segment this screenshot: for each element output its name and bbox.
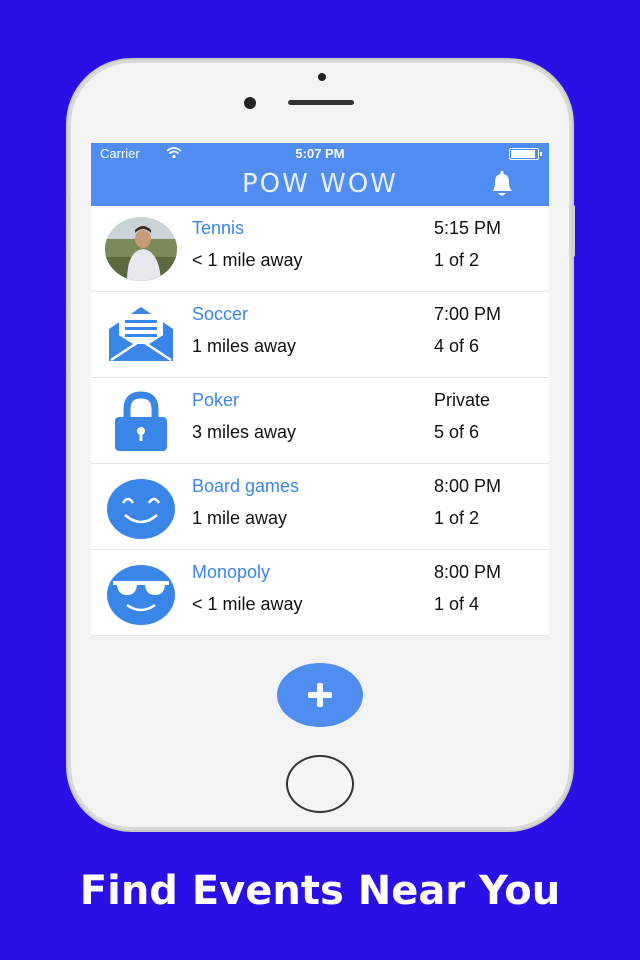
- add-event-button[interactable]: [277, 663, 363, 727]
- event-attendance: 5 of 6: [434, 422, 480, 442]
- event-time: Private: [434, 390, 491, 410]
- power-button: [571, 205, 575, 257]
- event-time: 5:15 PM: [434, 218, 502, 238]
- event-time: 8:00 PM: [434, 562, 502, 582]
- event-name: Board games: [192, 476, 300, 496]
- volume-down-button: [66, 320, 69, 374]
- event-attendance: 1 of 4: [434, 594, 480, 614]
- navigation-bar: Carrier 5:07 PM POW WOW: [91, 143, 549, 206]
- event-name: Monopoly: [192, 562, 271, 582]
- mute-switch: [66, 195, 69, 223]
- event-distance: 1 mile away: [192, 508, 288, 528]
- battery-icon: [509, 148, 542, 160]
- event-row[interactable]: Poker 3 miles away Private 5 of 6: [91, 378, 549, 464]
- event-time: 7:00 PM: [434, 304, 502, 324]
- earpiece-speaker: [288, 100, 354, 105]
- event-distance: 1 miles away: [192, 336, 297, 356]
- event-row[interactable]: Board games 1 mile away 8:00 PM 1 of 2: [91, 464, 549, 550]
- event-row[interactable]: Soccer 1 miles away 7:00 PM 4 of 6: [91, 292, 549, 378]
- app-title: POW WOW: [242, 169, 398, 199]
- event-time: 8:00 PM: [434, 476, 502, 496]
- event-row[interactable]: Tennis < 1 mile away 5:15 PM 1 of 2: [91, 206, 549, 292]
- event-name: Tennis: [192, 218, 245, 238]
- event-list: Tennis < 1 mile away 5:15 PM 1 of 2 Socc…: [91, 206, 549, 636]
- event-row[interactable]: Monopoly < 1 mile away 8:00 PM 1 of 4: [91, 550, 549, 636]
- sunglasses-smiley-icon: [105, 561, 177, 625]
- lock-icon: [105, 389, 177, 453]
- front-camera: [244, 97, 256, 109]
- status-time: 5:07 PM: [295, 146, 345, 161]
- event-name: Poker: [192, 390, 240, 410]
- envelope-icon: [105, 303, 177, 367]
- event-attendance: 1 of 2: [434, 508, 480, 528]
- home-button[interactable]: [286, 755, 354, 813]
- event-name: Soccer: [192, 304, 249, 324]
- event-distance: < 1 mile away: [192, 594, 303, 614]
- proximity-sensor: [318, 73, 326, 81]
- promo-caption: Find Events Near You: [79, 868, 561, 914]
- volume-up-button: [66, 250, 69, 304]
- plus-icon: [308, 683, 332, 707]
- app-screen: Carrier 5:07 PM POW WOW Tennis < 1 mile …: [91, 143, 549, 747]
- event-distance: < 1 mile away: [192, 250, 303, 270]
- bell-icon[interactable]: [485, 170, 519, 198]
- smiley-icon: [105, 475, 177, 539]
- event-distance: 3 miles away: [192, 422, 297, 442]
- event-attendance: 4 of 6: [434, 336, 480, 356]
- event-attendance: 1 of 2: [434, 250, 480, 270]
- avatar: [105, 217, 177, 281]
